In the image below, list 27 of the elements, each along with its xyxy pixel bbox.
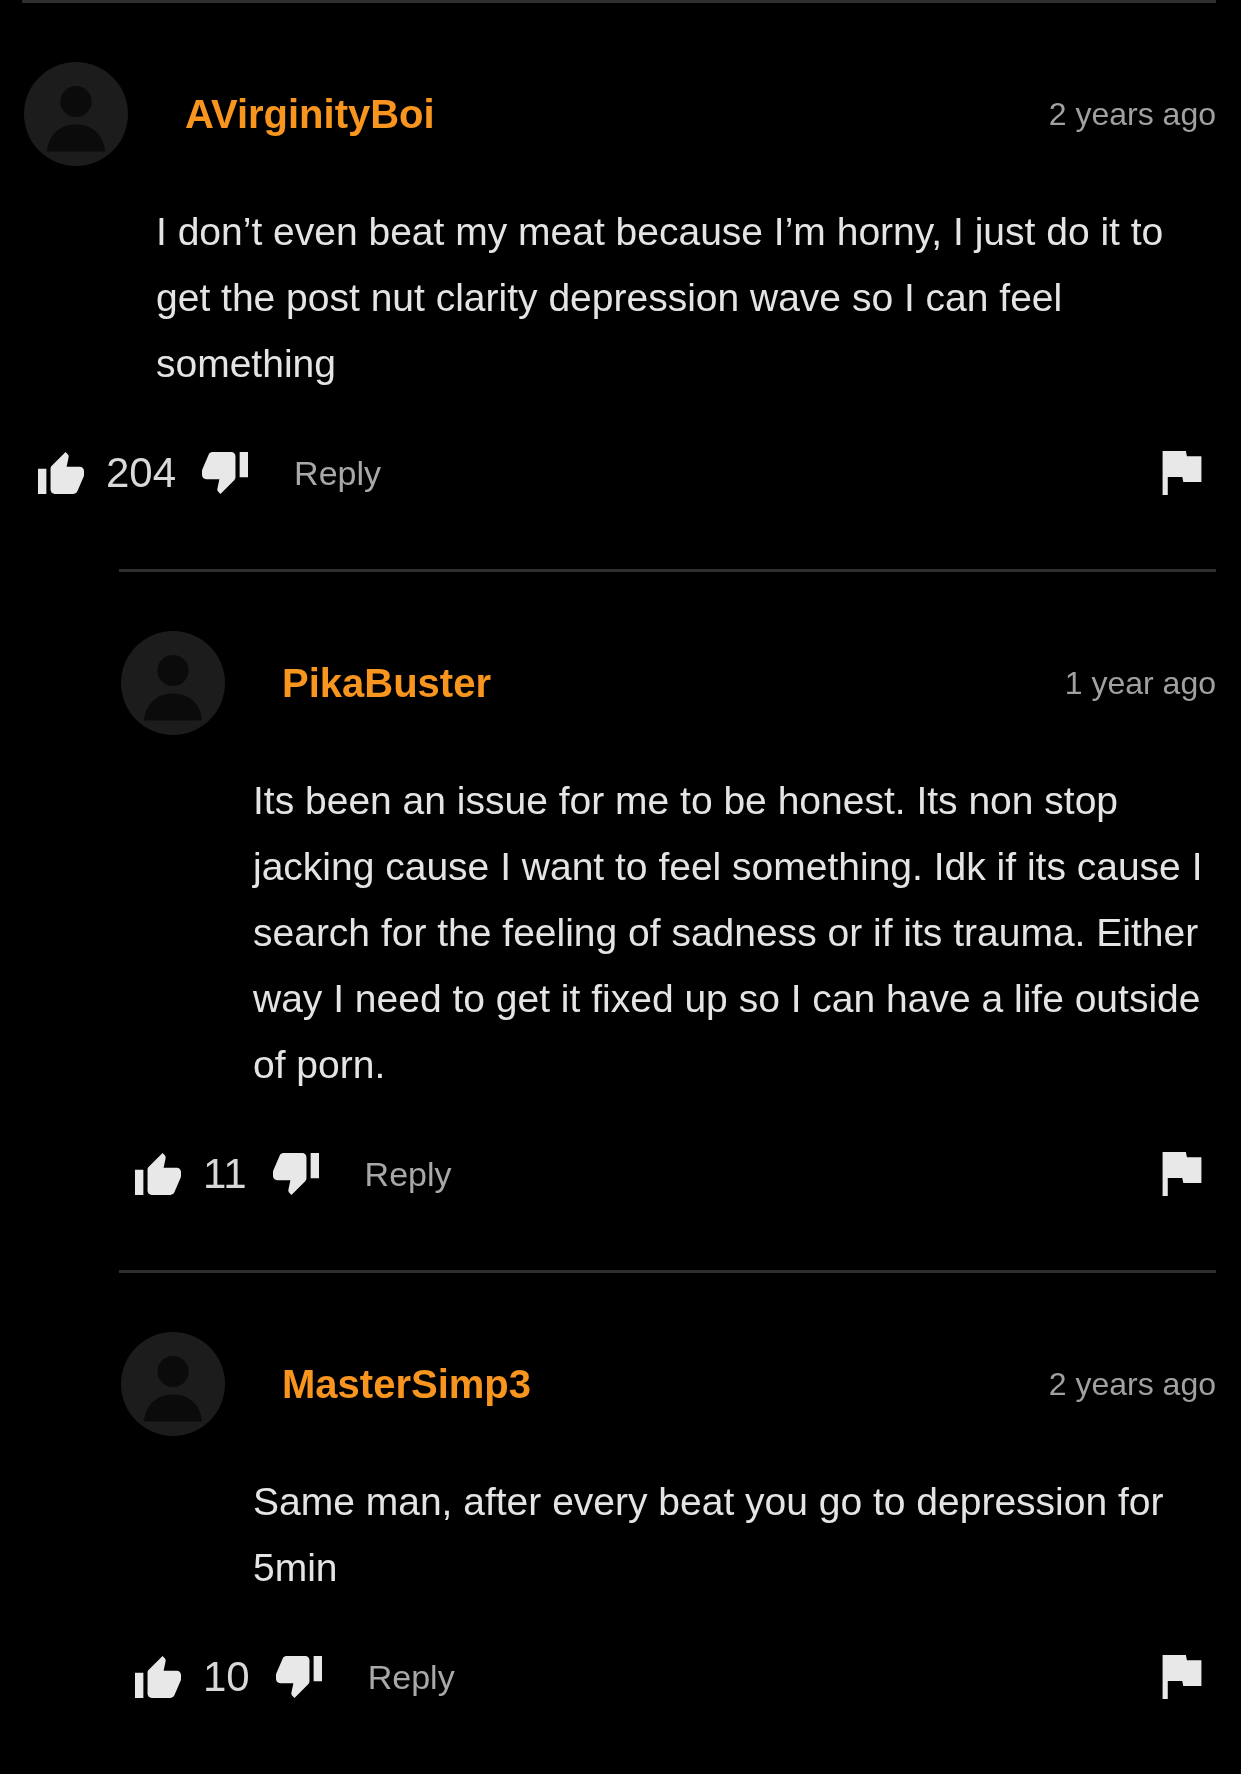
flag-icon[interactable] [1162, 451, 1202, 495]
flag-icon[interactable] [1162, 1152, 1202, 1196]
timestamp: 2 years ago [1048, 1365, 1216, 1403]
thumbs-up-icon[interactable] [135, 1151, 181, 1197]
avatar-icon [121, 1332, 225, 1436]
avatar-icon [121, 631, 225, 735]
like-count: 204 [106, 449, 177, 497]
reply-link[interactable]: Reply [294, 453, 381, 493]
username[interactable]: MasterSimp3 [282, 1361, 531, 1407]
comment-text: Its been an issue for me to be honest. Its non stop jacking cause I want to feel something. Idk if its cause I search for the feeling of sadness or if its trauma. Either way I need to get it fixed up so I can have a life outside of porn. [253, 778, 1204, 1088]
username[interactable]: AVirginityBoi [185, 91, 435, 137]
username[interactable]: PikaBuster [282, 660, 491, 706]
thumbs-down-icon[interactable] [275, 1654, 322, 1700]
timestamp: 1 year ago [1064, 664, 1216, 702]
thumbs-down-icon[interactable] [272, 1151, 319, 1197]
thumbs-down-icon[interactable] [202, 450, 249, 496]
like-count: 10 [203, 1653, 250, 1701]
reply-link[interactable]: Reply [367, 1657, 455, 1697]
thumbs-up-icon[interactable] [135, 1654, 181, 1700]
thumbs-up-icon[interactable] [38, 450, 84, 496]
avatar-icon [24, 62, 128, 166]
comment-text: I don’t even beat my meat because I’m horny, I just do it to get the post nut clarity depression wave so I can feel something [156, 209, 1165, 387]
flag-icon[interactable] [1162, 1655, 1202, 1699]
like-count: 11 [203, 1150, 247, 1198]
comment-text: Same man, after every beat you go to depression for 5min [253, 1479, 1165, 1591]
reply-link[interactable]: Reply [364, 1154, 452, 1194]
timestamp: 2 years ago [1048, 95, 1216, 133]
